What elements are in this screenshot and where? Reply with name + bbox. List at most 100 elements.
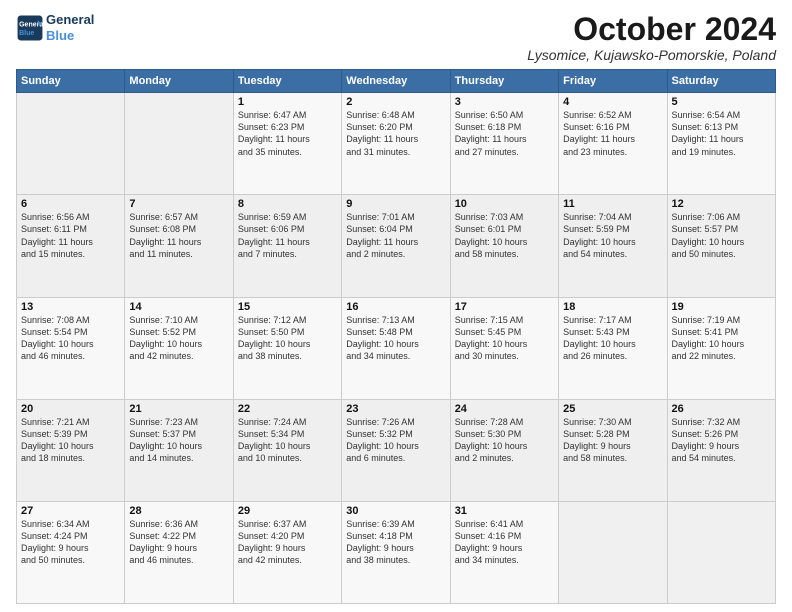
calendar-header-row: SundayMondayTuesdayWednesdayThursdayFrid… [17, 70, 776, 93]
calendar-cell: 29Sunrise: 6:37 AMSunset: 4:20 PMDayligh… [233, 501, 341, 603]
day-number: 31 [455, 505, 554, 517]
calendar-cell: 17Sunrise: 7:15 AMSunset: 5:45 PMDayligh… [450, 297, 558, 399]
calendar-cell: 30Sunrise: 6:39 AMSunset: 4:18 PMDayligh… [342, 501, 450, 603]
calendar-cell [667, 501, 775, 603]
day-number: 17 [455, 301, 554, 313]
calendar-table: SundayMondayTuesdayWednesdayThursdayFrid… [16, 69, 776, 604]
day-info: Sunrise: 6:56 AMSunset: 6:11 PMDaylight:… [21, 211, 120, 260]
day-number: 25 [563, 403, 662, 415]
day-number: 15 [238, 301, 337, 313]
day-info: Sunrise: 7:06 AMSunset: 5:57 PMDaylight:… [672, 211, 771, 260]
calendar-cell: 9Sunrise: 7:01 AMSunset: 6:04 PMDaylight… [342, 195, 450, 297]
location-subtitle: Lysomice, Kujawsko-Pomorskie, Poland [527, 47, 776, 63]
calendar-cell: 15Sunrise: 7:12 AMSunset: 5:50 PMDayligh… [233, 297, 341, 399]
day-number: 22 [238, 403, 337, 415]
day-number: 6 [21, 198, 120, 210]
day-number: 24 [455, 403, 554, 415]
day-info: Sunrise: 7:08 AMSunset: 5:54 PMDaylight:… [21, 314, 120, 363]
calendar-cell: 24Sunrise: 7:28 AMSunset: 5:30 PMDayligh… [450, 399, 558, 501]
calendar-cell: 23Sunrise: 7:26 AMSunset: 5:32 PMDayligh… [342, 399, 450, 501]
day-number: 7 [129, 198, 228, 210]
day-number: 3 [455, 96, 554, 108]
day-number: 30 [346, 505, 445, 517]
day-header-wednesday: Wednesday [342, 70, 450, 93]
calendar-cell [125, 93, 233, 195]
logo-text-general: General [46, 12, 94, 28]
day-number: 29 [238, 505, 337, 517]
logo-icon: General Blue [16, 14, 44, 42]
day-info: Sunrise: 7:03 AMSunset: 6:01 PMDaylight:… [455, 211, 554, 260]
day-info: Sunrise: 6:54 AMSunset: 6:13 PMDaylight:… [672, 109, 771, 158]
calendar-cell: 3Sunrise: 6:50 AMSunset: 6:18 PMDaylight… [450, 93, 558, 195]
day-info: Sunrise: 7:32 AMSunset: 5:26 PMDaylight:… [672, 416, 771, 465]
week-row-5: 27Sunrise: 6:34 AMSunset: 4:24 PMDayligh… [17, 501, 776, 603]
day-info: Sunrise: 7:13 AMSunset: 5:48 PMDaylight:… [346, 314, 445, 363]
day-info: Sunrise: 7:19 AMSunset: 5:41 PMDaylight:… [672, 314, 771, 363]
calendar-cell: 6Sunrise: 6:56 AMSunset: 6:11 PMDaylight… [17, 195, 125, 297]
svg-text:Blue: Blue [19, 30, 34, 37]
day-info: Sunrise: 7:15 AMSunset: 5:45 PMDaylight:… [455, 314, 554, 363]
day-info: Sunrise: 6:37 AMSunset: 4:20 PMDaylight:… [238, 518, 337, 567]
day-info: Sunrise: 7:04 AMSunset: 5:59 PMDaylight:… [563, 211, 662, 260]
day-header-saturday: Saturday [667, 70, 775, 93]
day-number: 21 [129, 403, 228, 415]
day-number: 2 [346, 96, 445, 108]
day-number: 19 [672, 301, 771, 313]
calendar-cell: 27Sunrise: 6:34 AMSunset: 4:24 PMDayligh… [17, 501, 125, 603]
day-info: Sunrise: 7:24 AMSunset: 5:34 PMDaylight:… [238, 416, 337, 465]
page: General Blue General Blue October 2024 L… [0, 0, 792, 612]
day-info: Sunrise: 7:17 AMSunset: 5:43 PMDaylight:… [563, 314, 662, 363]
day-info: Sunrise: 6:59 AMSunset: 6:06 PMDaylight:… [238, 211, 337, 260]
svg-text:General: General [19, 21, 44, 28]
calendar-cell: 10Sunrise: 7:03 AMSunset: 6:01 PMDayligh… [450, 195, 558, 297]
day-info: Sunrise: 7:21 AMSunset: 5:39 PMDaylight:… [21, 416, 120, 465]
day-info: Sunrise: 7:26 AMSunset: 5:32 PMDaylight:… [346, 416, 445, 465]
day-info: Sunrise: 6:47 AMSunset: 6:23 PMDaylight:… [238, 109, 337, 158]
day-number: 13 [21, 301, 120, 313]
day-header-tuesday: Tuesday [233, 70, 341, 93]
calendar-cell [17, 93, 125, 195]
day-number: 4 [563, 96, 662, 108]
day-header-sunday: Sunday [17, 70, 125, 93]
calendar-cell: 4Sunrise: 6:52 AMSunset: 6:16 PMDaylight… [559, 93, 667, 195]
day-number: 11 [563, 198, 662, 210]
title-block: October 2024 Lysomice, Kujawsko-Pomorski… [527, 12, 776, 63]
day-header-friday: Friday [559, 70, 667, 93]
calendar-cell: 26Sunrise: 7:32 AMSunset: 5:26 PMDayligh… [667, 399, 775, 501]
day-number: 18 [563, 301, 662, 313]
calendar-cell: 5Sunrise: 6:54 AMSunset: 6:13 PMDaylight… [667, 93, 775, 195]
header: General Blue General Blue October 2024 L… [16, 12, 776, 63]
calendar-cell: 25Sunrise: 7:30 AMSunset: 5:28 PMDayligh… [559, 399, 667, 501]
day-info: Sunrise: 6:34 AMSunset: 4:24 PMDaylight:… [21, 518, 120, 567]
day-info: Sunrise: 7:28 AMSunset: 5:30 PMDaylight:… [455, 416, 554, 465]
day-info: Sunrise: 6:39 AMSunset: 4:18 PMDaylight:… [346, 518, 445, 567]
calendar-cell: 28Sunrise: 6:36 AMSunset: 4:22 PMDayligh… [125, 501, 233, 603]
week-row-3: 13Sunrise: 7:08 AMSunset: 5:54 PMDayligh… [17, 297, 776, 399]
calendar-cell [559, 501, 667, 603]
month-title: October 2024 [527, 12, 776, 47]
week-row-1: 1Sunrise: 6:47 AMSunset: 6:23 PMDaylight… [17, 93, 776, 195]
calendar-cell: 12Sunrise: 7:06 AMSunset: 5:57 PMDayligh… [667, 195, 775, 297]
day-number: 14 [129, 301, 228, 313]
day-header-monday: Monday [125, 70, 233, 93]
day-header-thursday: Thursday [450, 70, 558, 93]
calendar-cell: 18Sunrise: 7:17 AMSunset: 5:43 PMDayligh… [559, 297, 667, 399]
day-number: 26 [672, 403, 771, 415]
day-info: Sunrise: 6:36 AMSunset: 4:22 PMDaylight:… [129, 518, 228, 567]
day-number: 5 [672, 96, 771, 108]
day-info: Sunrise: 6:52 AMSunset: 6:16 PMDaylight:… [563, 109, 662, 158]
calendar-cell: 8Sunrise: 6:59 AMSunset: 6:06 PMDaylight… [233, 195, 341, 297]
day-number: 16 [346, 301, 445, 313]
calendar-cell: 13Sunrise: 7:08 AMSunset: 5:54 PMDayligh… [17, 297, 125, 399]
logo: General Blue General Blue [16, 12, 94, 43]
day-info: Sunrise: 7:10 AMSunset: 5:52 PMDaylight:… [129, 314, 228, 363]
calendar-cell: 31Sunrise: 6:41 AMSunset: 4:16 PMDayligh… [450, 501, 558, 603]
calendar-cell: 20Sunrise: 7:21 AMSunset: 5:39 PMDayligh… [17, 399, 125, 501]
day-info: Sunrise: 6:41 AMSunset: 4:16 PMDaylight:… [455, 518, 554, 567]
day-number: 9 [346, 198, 445, 210]
calendar-cell: 11Sunrise: 7:04 AMSunset: 5:59 PMDayligh… [559, 195, 667, 297]
calendar-cell: 1Sunrise: 6:47 AMSunset: 6:23 PMDaylight… [233, 93, 341, 195]
calendar-cell: 16Sunrise: 7:13 AMSunset: 5:48 PMDayligh… [342, 297, 450, 399]
day-number: 12 [672, 198, 771, 210]
calendar-cell: 21Sunrise: 7:23 AMSunset: 5:37 PMDayligh… [125, 399, 233, 501]
